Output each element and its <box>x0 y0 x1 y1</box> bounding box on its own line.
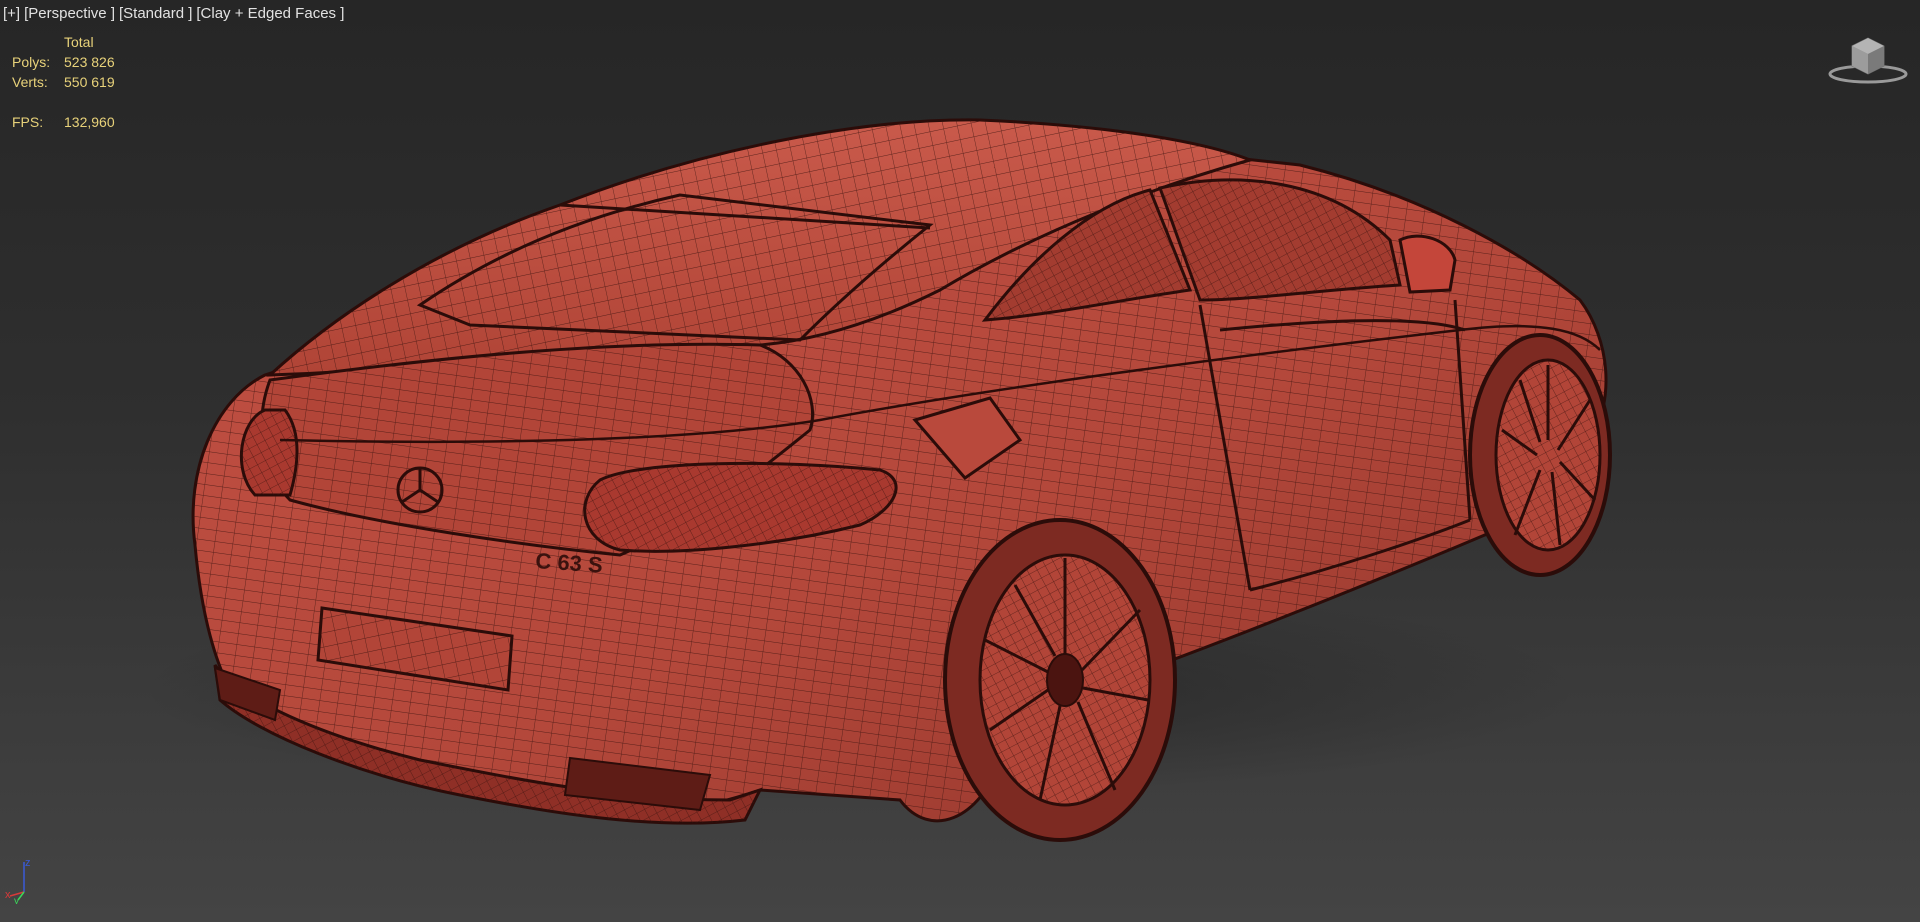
axis-tripod-icon: z x y <box>5 857 31 904</box>
axis-z-label: z <box>25 857 31 869</box>
rear-wheel <box>943 518 1177 842</box>
car-model[interactable]: C 63 S <box>0 0 1920 922</box>
axis-y-label: y <box>14 896 19 904</box>
model-badge: C 63 S <box>535 548 604 578</box>
front-wheel <box>1468 333 1612 577</box>
viewcube-icon[interactable] <box>1826 32 1910 86</box>
axis-x-label: x <box>5 889 11 901</box>
perspective-viewport[interactable]: [+] [Perspective ] [Standard ] [Clay + E… <box>0 0 1920 922</box>
